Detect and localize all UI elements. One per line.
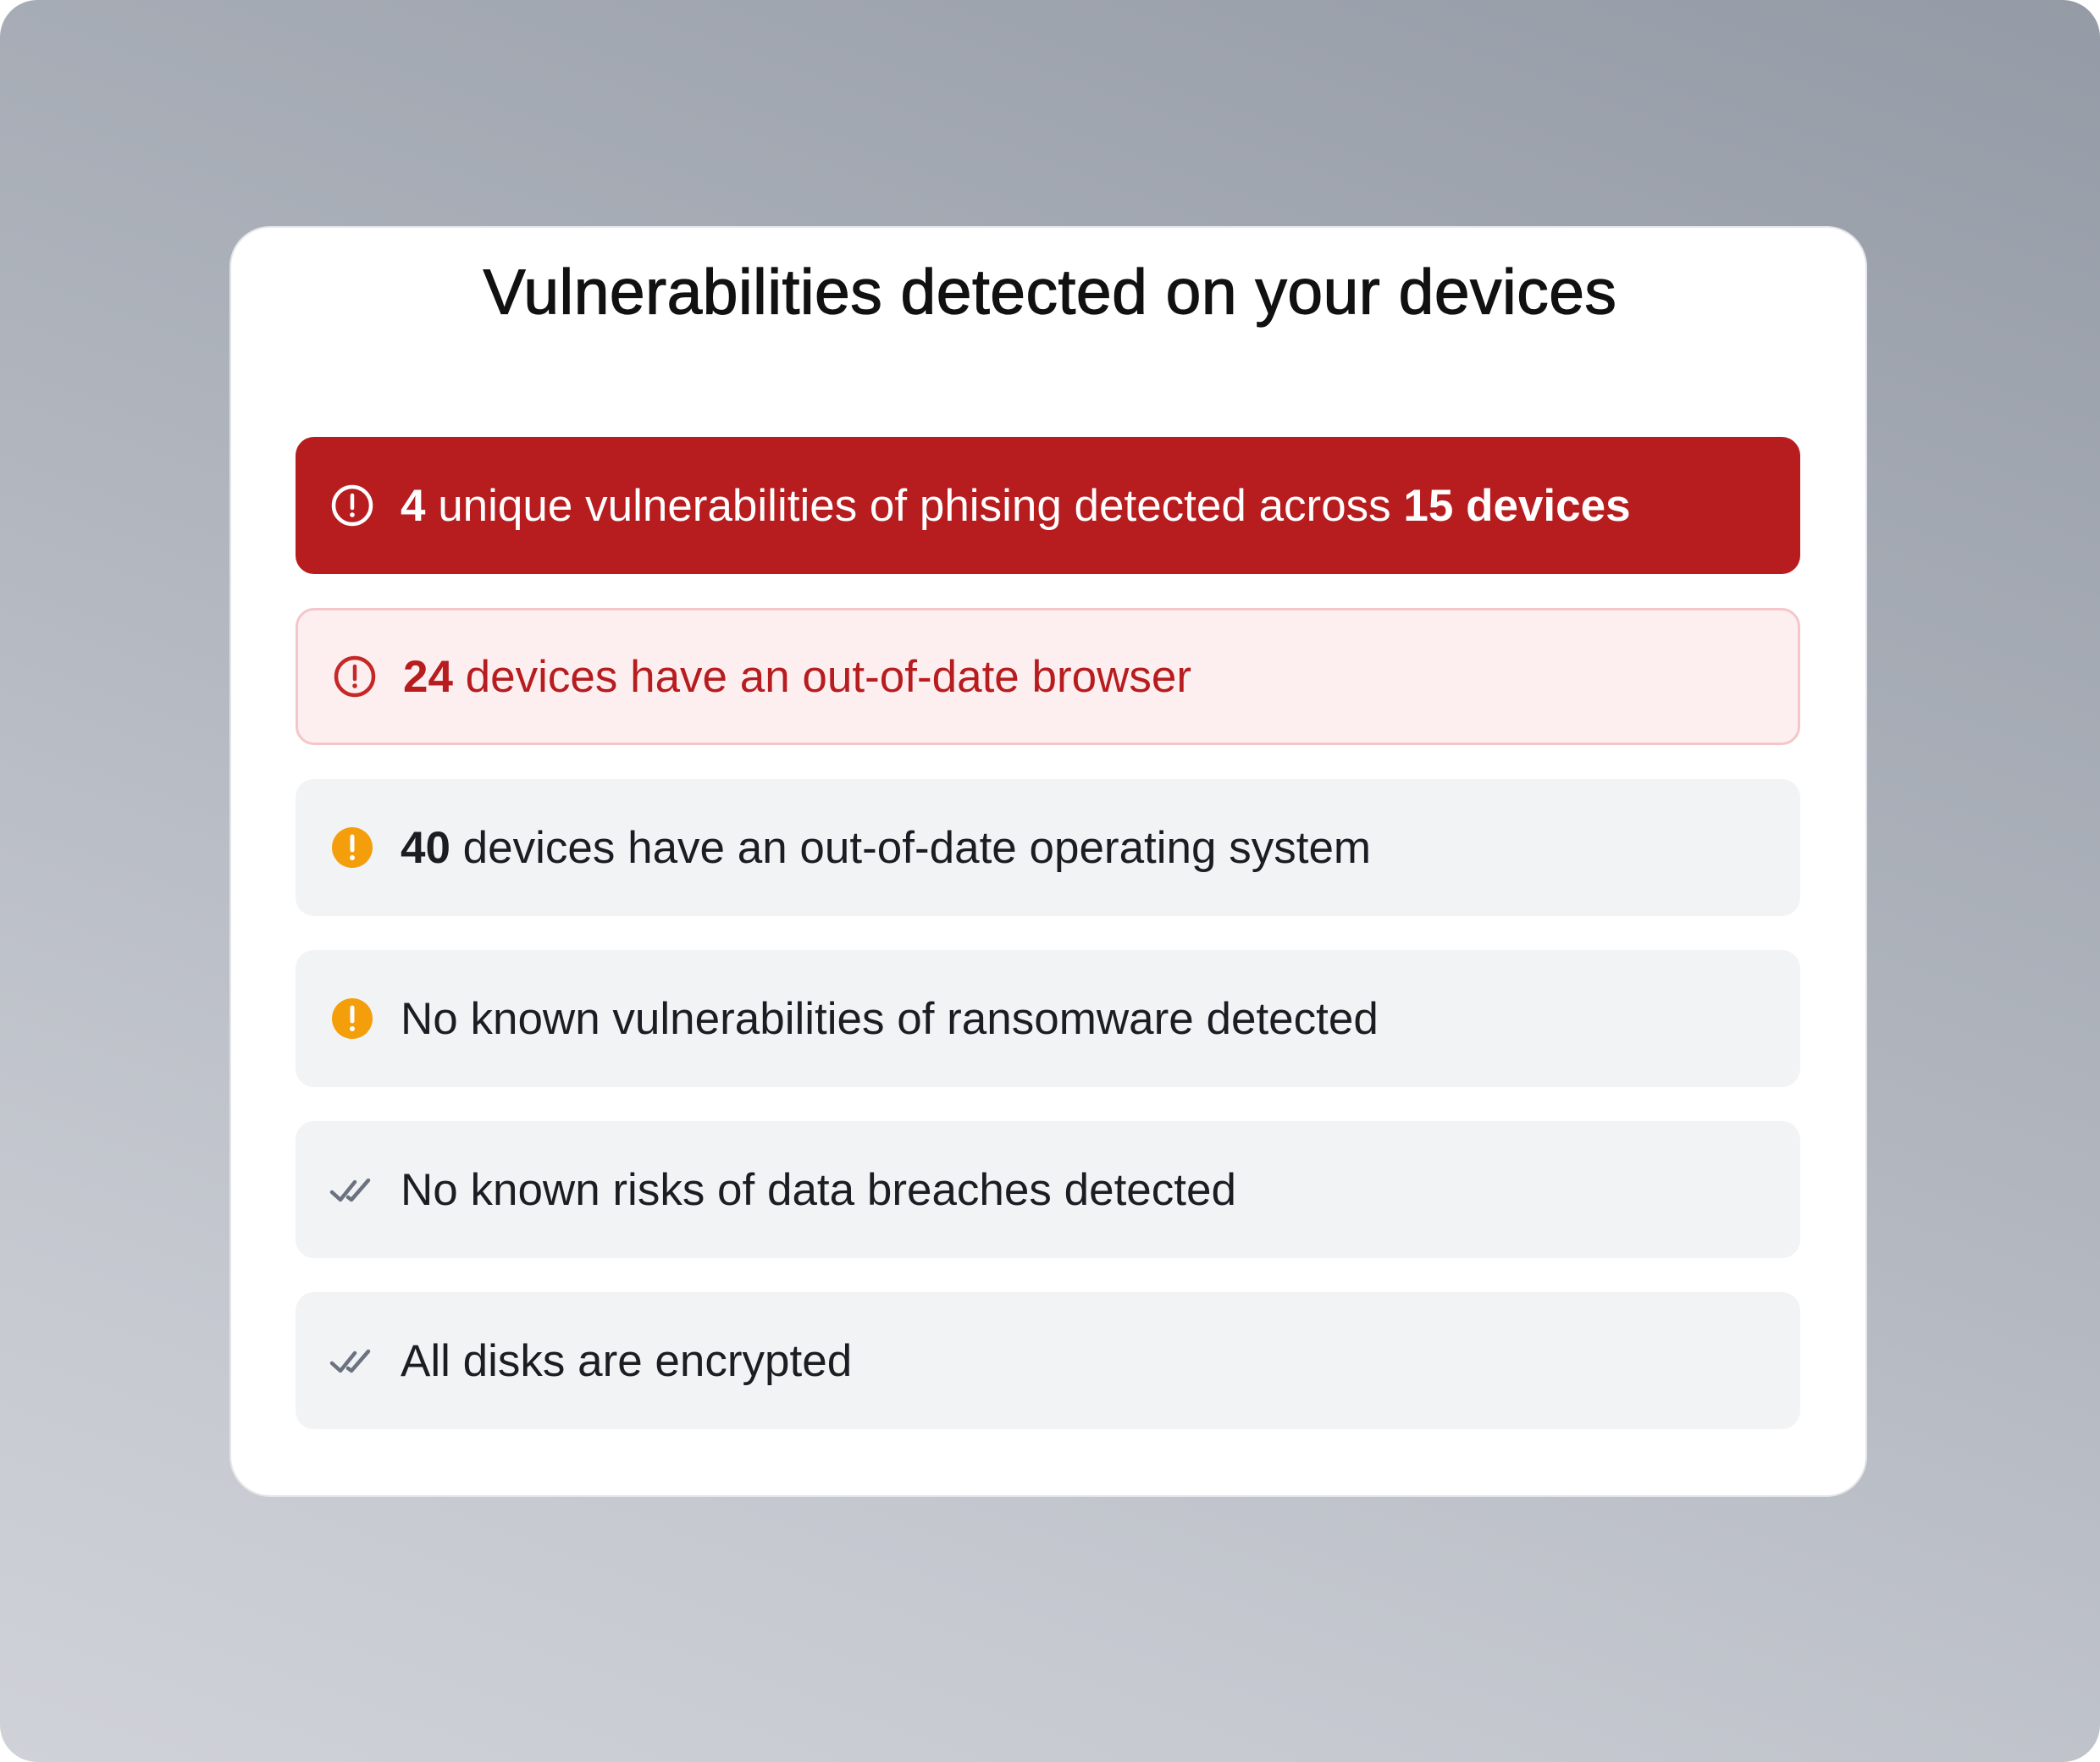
alert-text: 40 devices have an out-of-date operating… [401,822,1371,874]
status-data-breaches[interactable]: No known risks of data breaches detected [296,1121,1800,1258]
alert-count: 24 [403,651,453,702]
alert-message: unique vulnerabilities of phising detect… [425,480,1404,531]
double-check-icon [329,1167,375,1212]
alert-message: No known vulnerabilities of ransomware d… [401,993,1379,1044]
status-message: No known risks of data breaches detected [401,1164,1236,1215]
alert-count: 40 [401,822,450,873]
status-message: All disks are encrypted [401,1335,853,1386]
alert-text: 24 devices have an out-of-date browser [403,651,1191,703]
card-title: Vulnerabilities detected on your devices [483,256,1617,328]
double-check-icon [329,1338,375,1384]
alert-device-count: 15 devices [1403,480,1631,531]
alert-ransomware[interactable]: No known vulnerabilities of ransomware d… [296,950,1800,1087]
alert-phishing[interactable]: 4 unique vulnerabilities of phising dete… [296,437,1800,574]
alert-operating-system[interactable]: 40 devices have an out-of-date operating… [296,779,1800,916]
warning-filled-icon [329,825,375,870]
alert-circle-icon [332,654,378,699]
alert-circle-icon [329,483,375,528]
alert-message: devices have an out-of-date browser [452,651,1191,702]
warning-filled-icon [329,996,375,1041]
alert-message: devices have an out-of-date operating sy… [450,822,1372,873]
alert-count: 4 [401,480,426,531]
alert-text: 4 unique vulnerabilities of phising dete… [401,480,1631,532]
alert-browser[interactable]: 24 devices have an out-of-date browser [296,608,1800,745]
status-disk-encryption[interactable]: All disks are encrypted [296,1292,1800,1429]
